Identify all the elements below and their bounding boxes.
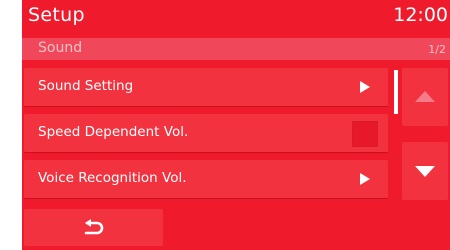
menu-item-voice-recognition-vol[interactable]: Voice Recognition Vol.: [24, 160, 388, 199]
scroll-down-button[interactable]: [402, 142, 448, 200]
menu-item-label: Sound Setting: [38, 78, 134, 94]
setup-screen: Setup 12:00 Sound 1/2 Sound Setting Spee…: [22, 0, 450, 250]
page-title: Setup: [28, 4, 85, 26]
page-indicator: 1/2: [428, 43, 446, 56]
triangle-down-icon: [415, 166, 435, 177]
back-arrow-icon: [84, 219, 104, 235]
subheader: Sound 1/2: [22, 38, 450, 60]
scroll-up-button[interactable]: [402, 68, 448, 126]
back-button[interactable]: [24, 209, 163, 246]
scrollbar-thumb[interactable]: [394, 70, 398, 114]
scrollbar[interactable]: [394, 70, 398, 198]
menu-item-sound-setting[interactable]: Sound Setting: [24, 68, 388, 107]
triangle-right-icon: [360, 81, 370, 93]
menu-item-speed-dependent-vol[interactable]: Speed Dependent Vol.: [24, 114, 388, 153]
section-title: Sound: [38, 40, 83, 56]
menu-item-label: Speed Dependent Vol.: [38, 124, 189, 140]
menu-item-label: Voice Recognition Vol.: [38, 170, 187, 186]
triangle-up-icon: [415, 91, 435, 102]
triangle-right-icon: [360, 173, 370, 185]
speed-dependent-vol-checkbox[interactable]: [352, 121, 378, 147]
header: Setup 12:00: [22, 0, 450, 36]
clock: 12:00: [393, 4, 448, 26]
